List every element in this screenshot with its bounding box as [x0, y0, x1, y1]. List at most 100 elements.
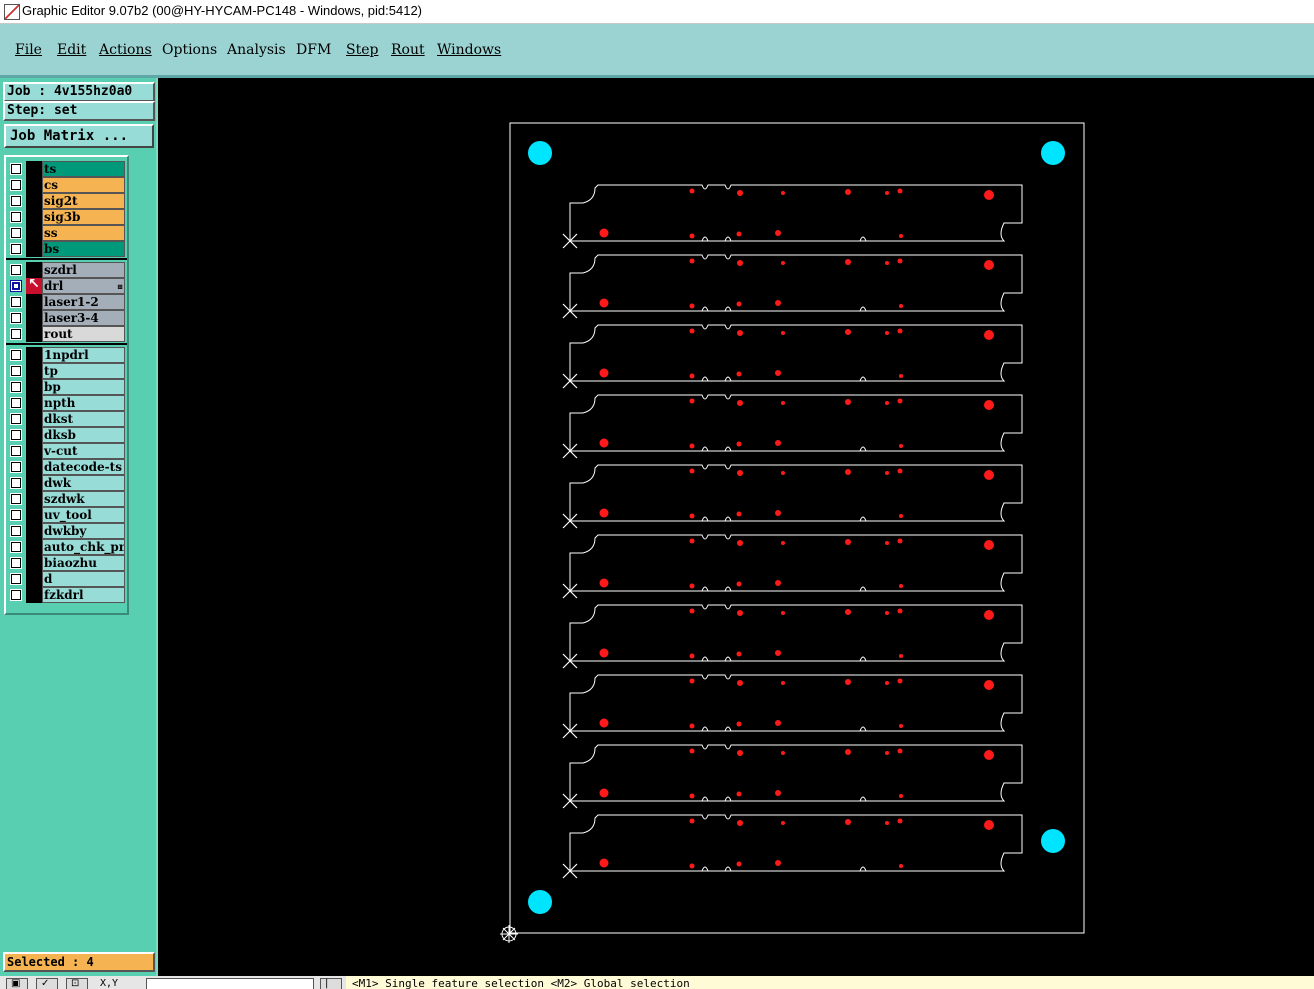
layer-row-szdrl[interactable]: szdrl — [6, 262, 127, 278]
layer-affected-checkbox[interactable] — [11, 366, 21, 376]
layer-name[interactable]: laser3-4 — [42, 310, 125, 326]
layer-display-slot[interactable] — [26, 177, 42, 193]
layer-display-slot[interactable] — [26, 523, 42, 539]
layer-name[interactable]: sig2t — [42, 193, 125, 209]
layer-display-slot[interactable] — [26, 443, 42, 459]
layer-display-slot[interactable] — [26, 459, 42, 475]
menu-edit[interactable]: Edit — [57, 42, 86, 58]
layer-row-fzkdrl[interactable]: fzkdrl — [6, 587, 127, 603]
layer-display-slot[interactable] — [26, 507, 42, 523]
layer-display-slot[interactable] — [26, 310, 42, 326]
layer-name[interactable]: rout — [42, 326, 125, 342]
layer-name[interactable]: datecode-ts — [42, 459, 125, 475]
layer-affected-checkbox[interactable] — [11, 414, 21, 424]
job-matrix-button[interactable]: Job Matrix ... — [4, 124, 154, 148]
status-button-3[interactable]: ⊡ — [66, 978, 88, 989]
layer-row-v-cut[interactable]: v-cut — [6, 443, 127, 459]
layer-affected-checkbox[interactable] — [11, 494, 21, 504]
layer-row-dwkby[interactable]: dwkby — [6, 523, 127, 539]
layer-row-rout[interactable]: rout — [6, 326, 127, 342]
layer-row-biaozhu[interactable]: biaozhu — [6, 555, 127, 571]
layer-display-slot[interactable] — [26, 241, 42, 257]
layer-affected-checkbox[interactable] — [11, 542, 21, 552]
layer-name[interactable]: ss — [42, 225, 125, 241]
layer-name[interactable]: ts — [42, 161, 125, 177]
layer-row-bp[interactable]: bp — [6, 379, 127, 395]
layer-row-ts[interactable]: ts — [6, 161, 127, 177]
layer-name[interactable]: v-cut — [42, 443, 125, 459]
layer-row-d[interactable]: d — [6, 571, 127, 587]
layer-affected-checkbox[interactable] — [11, 313, 21, 323]
layer-name[interactable]: szdwk — [42, 491, 125, 507]
layer-affected-checkbox[interactable] — [11, 462, 21, 472]
menu-windows[interactable]: Windows — [437, 42, 501, 58]
layer-name[interactable]: dkst — [42, 411, 125, 427]
layer-affected-checkbox[interactable] — [11, 590, 21, 600]
menu-analysis[interactable]: Analysis — [227, 42, 286, 58]
menu-actions[interactable]: Actions — [99, 42, 152, 58]
layer-row-dksb[interactable]: dksb — [6, 427, 127, 443]
menu-dfm[interactable]: DFM — [296, 42, 331, 58]
layer-affected-checkbox[interactable] — [11, 212, 21, 222]
layer-row-laser3-4[interactable]: laser3-4 — [6, 310, 127, 326]
layer-row-sig3b[interactable]: sig3b — [6, 209, 127, 225]
status-button-1[interactable]: ▣ — [6, 978, 28, 989]
layer-affected-checkbox[interactable] — [11, 574, 21, 584]
menu-options[interactable]: Options — [162, 42, 217, 58]
layer-affected-checkbox[interactable] — [11, 510, 21, 520]
layer-row-ss[interactable]: ss — [6, 225, 127, 241]
layer-display-slot[interactable] — [26, 294, 42, 310]
layer-name[interactable]: 1npdrl — [42, 347, 125, 363]
layer-display-slot[interactable] — [26, 491, 42, 507]
layer-name[interactable]: npth — [42, 395, 125, 411]
layer-name[interactable]: bs — [42, 241, 125, 257]
layer-affected-checkbox[interactable] — [11, 180, 21, 190]
layer-display-slot[interactable] — [26, 379, 42, 395]
layer-affected-checkbox[interactable] — [11, 398, 21, 408]
menu-step[interactable]: Step — [346, 42, 378, 58]
layer-affected-checkbox[interactable] — [11, 244, 21, 254]
status-button-4[interactable]: | — [320, 978, 342, 989]
coord-field[interactable] — [146, 978, 314, 989]
layer-display-slot[interactable] — [26, 427, 42, 443]
layer-row-dwk[interactable]: dwk — [6, 475, 127, 491]
layer-display-slot[interactable] — [26, 571, 42, 587]
layer-name[interactable]: d — [42, 571, 125, 587]
layer-display-slot[interactable] — [26, 193, 42, 209]
layer-display-slot[interactable] — [26, 475, 42, 491]
layer-affected-checkbox[interactable] — [11, 196, 21, 206]
layer-row-datecode-ts[interactable]: datecode-ts — [6, 459, 127, 475]
layer-affected-checkbox[interactable] — [11, 350, 21, 360]
layer-display-slot[interactable] — [26, 209, 42, 225]
layer-name[interactable]: dwkby — [42, 523, 125, 539]
layer-display-slot[interactable] — [26, 225, 42, 241]
layer-name[interactable]: drl ⊞ — [42, 278, 125, 294]
menu-file[interactable]: File — [15, 42, 42, 58]
layer-display-slot[interactable] — [26, 411, 42, 427]
layer-name[interactable]: laser1-2 — [42, 294, 125, 310]
layer-display-slot[interactable] — [26, 587, 42, 603]
layer-row-dkst[interactable]: dkst — [6, 411, 127, 427]
layer-row-bs[interactable]: bs — [6, 241, 127, 257]
layer-name[interactable]: sig3b — [42, 209, 125, 225]
layer-row-szdwk[interactable]: szdwk — [6, 491, 127, 507]
graphic-canvas[interactable] — [158, 78, 1314, 976]
layer-affected-checkbox[interactable] — [11, 446, 21, 456]
layer-row-npth[interactable]: npth — [6, 395, 127, 411]
work-layer-arrow-icon[interactable] — [26, 276, 42, 294]
layer-affected-checkbox[interactable] — [11, 265, 21, 275]
layer-row-sig2t[interactable]: sig2t — [6, 193, 127, 209]
layer-display-slot[interactable] — [26, 363, 42, 379]
layer-name[interactable]: dksb — [42, 427, 125, 443]
layer-display-slot[interactable] — [26, 326, 42, 342]
layer-row-cs[interactable]: cs — [6, 177, 127, 193]
layer-row-tp[interactable]: tp — [6, 363, 127, 379]
layer-name[interactable]: szdrl — [42, 262, 125, 278]
layer-affected-checkbox[interactable] — [11, 526, 21, 536]
layer-display-slot[interactable] — [26, 395, 42, 411]
layer-display-slot[interactable] — [26, 539, 42, 555]
layer-row-laser1-2[interactable]: laser1-2 — [6, 294, 127, 310]
layer-display-slot[interactable] — [26, 555, 42, 571]
layer-display-slot[interactable] — [26, 161, 42, 177]
layer-row-auto_chk_pnl[interactable]: auto_chk_pnl — [6, 539, 127, 555]
